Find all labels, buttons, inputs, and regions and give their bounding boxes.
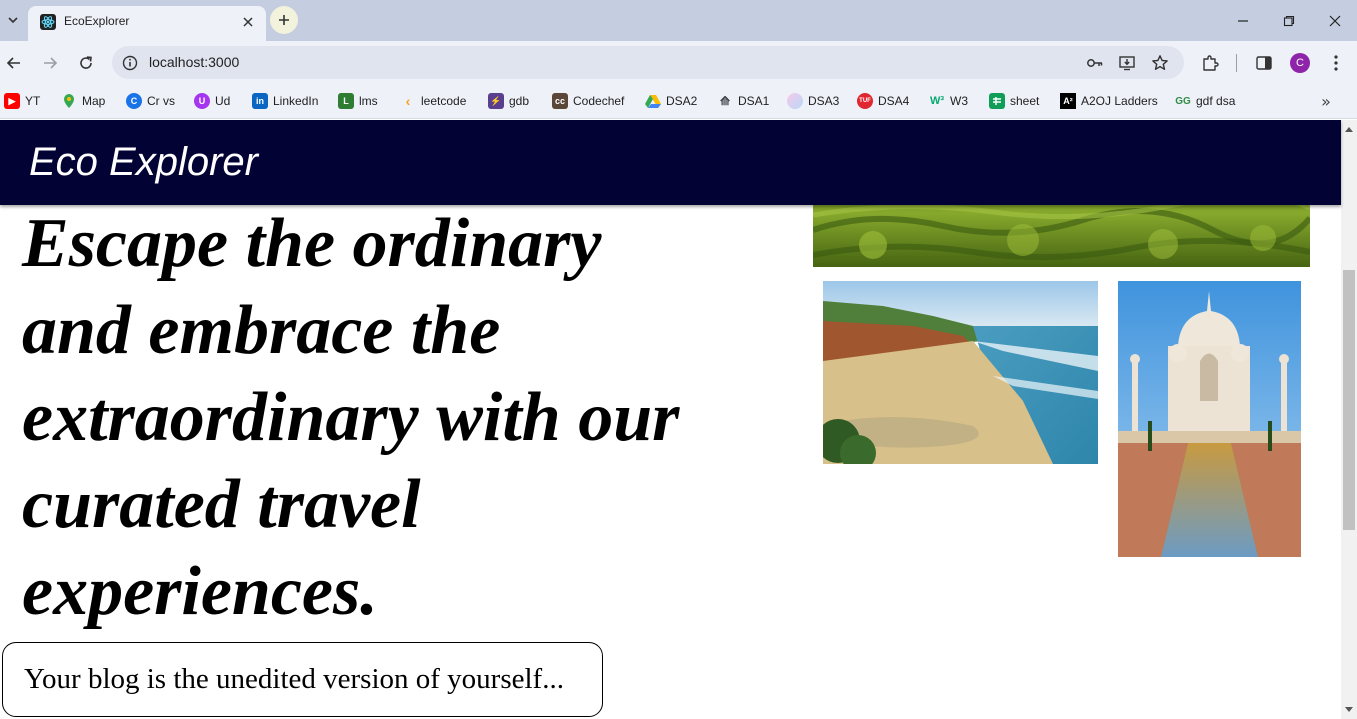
bookmark-label: LinkedIn (273, 94, 319, 108)
bookmark-gdb[interactable]: ⚡ gdb (488, 91, 529, 111)
bookmark-label: sheet (1010, 94, 1040, 108)
bookmarks-overflow-chevron-icon[interactable]: » (1315, 91, 1337, 111)
codechef-icon: cc (552, 93, 568, 109)
bookmark-lms[interactable]: L lms (338, 91, 378, 111)
scrollbar-thumb[interactable] (1343, 270, 1355, 530)
back-arrow-icon[interactable] (0, 49, 28, 77)
bookmark-label: DSA3 (808, 94, 840, 108)
bookmark-dsa3[interactable]: DSA3 (787, 91, 839, 111)
address-bar[interactable]: localhost:3000 (112, 46, 1184, 79)
taj-mahal-image (1118, 281, 1301, 557)
side-panel-icon[interactable] (1252, 51, 1276, 75)
bookmark-dsa2[interactable]: DSA2 (645, 91, 697, 111)
w3-icon: W³ (929, 95, 945, 107)
restore-icon[interactable] (1266, 7, 1312, 35)
bookmark-map[interactable]: Map (61, 91, 105, 111)
a2oj-icon: A² (1060, 93, 1076, 109)
sheets-icon (989, 93, 1005, 109)
maps-pin-icon (61, 93, 77, 109)
extensions-puzzle-icon[interactable] (1198, 51, 1222, 75)
lightning-icon: ⚡ (488, 93, 504, 109)
blog-quote-text: Your blog is the unedited version of you… (24, 663, 564, 695)
react-icon (40, 14, 56, 30)
url-text[interactable]: localhost:3000 (149, 54, 239, 70)
bookmark-label: Ud (215, 94, 231, 108)
bookmark-sheet[interactable]: sheet (989, 91, 1039, 111)
scroll-up-arrow-icon[interactable] (1341, 122, 1357, 136)
bookmark-label: lms (359, 94, 378, 108)
bookmark-gdf-dsa[interactable]: GG gdf dsa (1175, 91, 1235, 111)
tab-search-chevron-icon[interactable] (2, 8, 24, 32)
tab-ecoexplorer[interactable]: EcoExplorer (28, 6, 266, 41)
bookmark-label: DSA2 (666, 94, 698, 108)
tuf-icon: TUF (857, 93, 873, 109)
toolbar-divider (1236, 54, 1237, 72)
bookmarks-bar: ▶ YT Map C Cr vs U Ud in LinkedIn L lms … (0, 84, 1357, 119)
password-key-icon[interactable] (1084, 52, 1106, 74)
gfg-icon: GG (1175, 95, 1191, 107)
hero-heading: Escape the ordinary and embrace the extr… (22, 205, 680, 630)
site-logo[interactable]: Eco Explorer (29, 140, 258, 185)
kebab-menu-icon[interactable] (1324, 51, 1348, 75)
youtube-icon: ▶ (4, 93, 20, 109)
install-app-icon[interactable] (1116, 52, 1138, 74)
leetcode-icon: ‹ (405, 93, 411, 109)
bookmark-label: gdf dsa (1196, 94, 1236, 108)
tab-title: EcoExplorer (64, 14, 130, 28)
bookmark-label: gdb (509, 94, 530, 108)
close-window-icon[interactable] (1312, 7, 1357, 35)
c-icon: C (126, 93, 142, 109)
browser-toolbar: localhost:3000 C (0, 41, 1357, 84)
blog-quote-box: Your blog is the unedited version of you… (2, 642, 603, 717)
bookmark-label: DSA1 (738, 94, 770, 108)
bookmark-w3[interactable]: W³ W3 (929, 91, 968, 111)
bookmark-label: W3 (950, 94, 968, 108)
tab-strip: EcoExplorer (0, 0, 1357, 41)
bookmark-label: Codechef (573, 94, 625, 108)
page-scrollbar[interactable] (1341, 120, 1357, 719)
bookmark-dsa4[interactable]: TUF DSA4 (857, 91, 909, 111)
tab-close-icon[interactable] (238, 12, 258, 32)
bookmark-label: A2OJ Ladders (1081, 94, 1158, 108)
profile-avatar[interactable]: C (1290, 53, 1310, 73)
bookmark-label: YT (25, 94, 41, 108)
lms-icon: L (338, 93, 354, 109)
udemy-icon: U (194, 93, 210, 109)
gradient-circle-icon (787, 93, 803, 109)
rocket-icon: ⟰ (719, 94, 731, 108)
reload-icon[interactable] (72, 49, 100, 77)
minimize-icon[interactable] (1220, 7, 1266, 35)
bookmark-codechef[interactable]: cc Codechef (552, 91, 624, 111)
bookmark-dsa1[interactable]: ⟰ DSA1 (717, 91, 769, 111)
site-header: Eco Explorer (0, 120, 1341, 205)
bookmark-label: Map (82, 94, 106, 108)
bookmark-cr-vs[interactable]: C Cr vs (126, 91, 175, 111)
bookmark-a2oj[interactable]: A² A2OJ Ladders (1060, 91, 1158, 111)
site-info-icon[interactable] (120, 53, 140, 73)
new-tab-plus-icon[interactable] (270, 6, 298, 34)
bookmark-label: DSA4 (878, 94, 910, 108)
bookmark-leetcode[interactable]: ‹ leetcode (400, 91, 467, 111)
scroll-down-arrow-icon[interactable] (1341, 703, 1357, 717)
linkedin-icon: in (252, 93, 268, 109)
forward-arrow-icon[interactable] (36, 49, 64, 77)
drive-icon (645, 93, 661, 109)
page-viewport: Escape the ordinary and embrace the extr… (0, 120, 1357, 719)
bookmark-label: Cr vs (147, 94, 175, 108)
bookmark-star-icon[interactable] (1149, 52, 1171, 74)
bookmark-linkedin[interactable]: in LinkedIn (252, 91, 318, 111)
bookmark-ud[interactable]: U Ud (194, 91, 230, 111)
bookmark-label: leetcode (421, 94, 467, 108)
beach-cliff-image (823, 281, 1098, 464)
bookmark-yt[interactable]: ▶ YT (4, 91, 40, 111)
